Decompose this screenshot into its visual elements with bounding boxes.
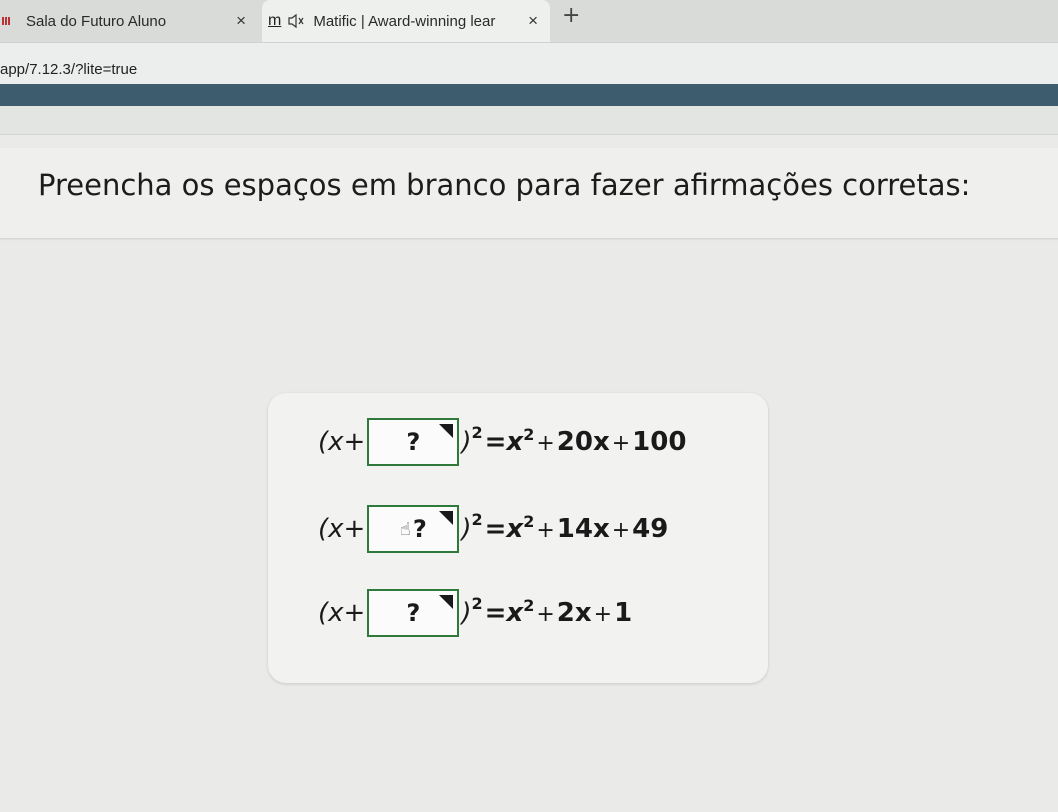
rhs-plus: +	[536, 431, 555, 456]
equation-row-2: (x+ ☝? ) 2 =x 2 +14x +49	[318, 505, 668, 553]
dropdown-corner-icon	[439, 595, 454, 609]
rhs-term: 20x	[556, 427, 610, 457]
hand-cursor-icon: ☝	[399, 518, 411, 540]
equation-close: )	[461, 427, 472, 457]
rhs-plus: +	[611, 518, 631, 543]
app-header-strip	[0, 84, 1058, 106]
new-tab-button[interactable]: +	[562, 3, 580, 28]
equation-open: (x+	[318, 427, 366, 457]
rhs-plus: +	[536, 602, 555, 627]
equation-close: )	[461, 598, 472, 628]
matific-logo-icon: m	[268, 12, 282, 29]
tab-matific[interactable]: m Matific | Award-winning lear ×	[262, 0, 550, 42]
url-text[interactable]: app/7.12.3/?lite=true	[0, 61, 137, 78]
answer-blank-1[interactable]: ?	[367, 418, 460, 466]
equation-row-3: (x+ ? ) 2 =x 2 +2x +1	[318, 589, 632, 637]
rhs-exponent: 2	[523, 512, 535, 531]
exponent: 2	[471, 509, 483, 529]
browser-tab-bar: Sala do Futuro Aluno × m Matific | Award…	[0, 0, 1058, 42]
exponent: 2	[471, 422, 483, 442]
rhs-term: =x	[484, 598, 524, 628]
rhs-exponent: 2	[523, 596, 535, 615]
rhs-plus: +	[593, 602, 613, 627]
question-prompt: Preencha os espaços em branco para fazer…	[38, 168, 971, 202]
close-icon[interactable]: ×	[236, 11, 246, 31]
mute-icon[interactable]	[287, 13, 305, 29]
rhs-exponent: 2	[523, 425, 535, 444]
blank-placeholder: ?	[412, 515, 427, 543]
tab-sala-do-futuro[interactable]: Sala do Futuro Aluno ×	[0, 0, 258, 42]
exponent: 2	[471, 593, 483, 613]
rhs-term: 14x	[556, 514, 610, 544]
sala-futuro-favicon-icon	[2, 17, 12, 25]
answer-blank-2[interactable]: ☝?	[367, 505, 460, 553]
equation-rhs: =x 2 +14x +49	[484, 512, 669, 544]
rhs-plus: +	[536, 518, 555, 543]
tab-title: Sala do Futuro Aluno	[26, 12, 167, 30]
rhs-term: 49	[632, 514, 669, 544]
equation-close: )	[461, 514, 472, 544]
rhs-term: =x	[484, 427, 524, 457]
dropdown-corner-icon	[439, 424, 454, 438]
tab-title: Matific | Award-winning lear	[313, 12, 496, 30]
blank-placeholder: ?	[406, 428, 421, 456]
answer-blank-3[interactable]: ?	[367, 589, 460, 637]
equation-row-1: (x+ ? ) 2 =x 2 +20x +100	[318, 418, 686, 466]
dropdown-corner-icon	[439, 511, 454, 525]
rhs-term: =x	[484, 514, 524, 544]
equation-rhs: =x 2 +20x +100	[484, 425, 687, 457]
app-sub-header	[0, 106, 1058, 135]
rhs-term: 100	[632, 427, 687, 457]
equation-open: (x+	[318, 514, 366, 544]
equation-rhs: =x 2 +2x +1	[484, 596, 633, 628]
close-icon[interactable]: ×	[528, 11, 538, 31]
rhs-plus: +	[611, 431, 631, 456]
blank-placeholder: ?	[406, 599, 421, 627]
address-bar[interactable]: app/7.12.3/?lite=true	[0, 42, 1058, 85]
rhs-term: 2x	[556, 598, 592, 628]
rhs-term: 1	[614, 598, 633, 628]
equation-open: (x+	[318, 598, 366, 628]
